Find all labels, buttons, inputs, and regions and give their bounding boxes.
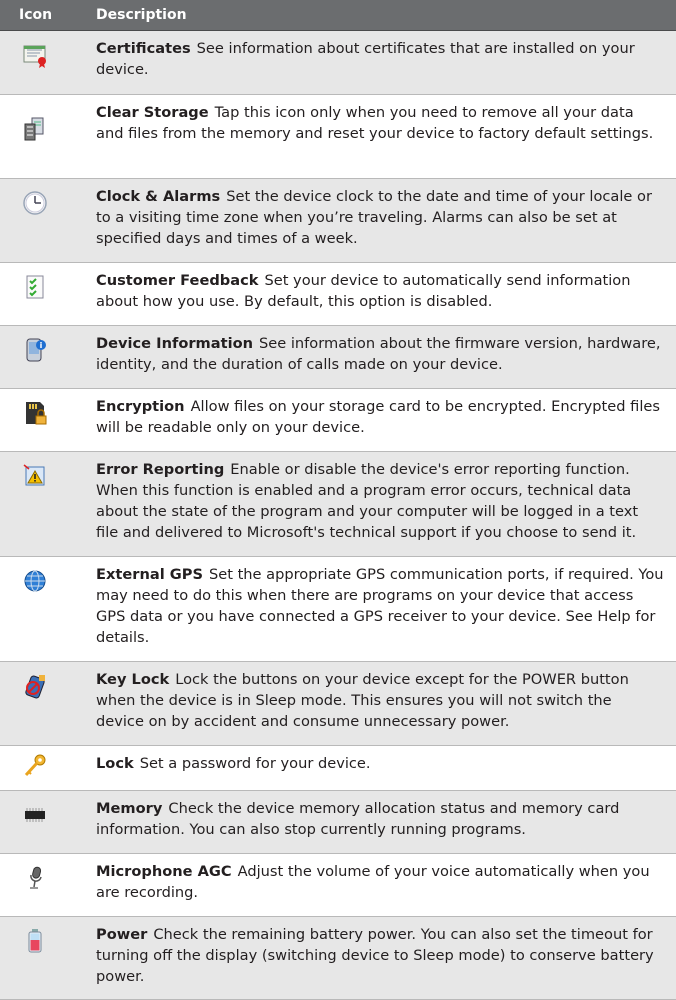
table-row: Power Check the remaining battery power. …	[0, 917, 676, 1000]
row-description: Clock & Alarms Set the device clock to th…	[96, 186, 676, 249]
row-description: Power Check the remaining battery power. …	[96, 924, 676, 987]
row-description: Clear Storage Tap this icon only when you…	[96, 102, 676, 144]
row-text: Set a password for your device.	[139, 755, 371, 772]
key-lock-icon	[22, 673, 48, 699]
clock-icon	[22, 190, 48, 216]
description-column-header: Description	[96, 7, 187, 23]
error-reporting-icon	[22, 463, 48, 489]
row-title: Microphone AGC	[96, 863, 232, 880]
clear-storage-icon	[22, 116, 48, 142]
row-text: Check the device memory allocation statu…	[96, 800, 620, 838]
row-title: Memory	[96, 800, 163, 817]
row-description: Certificates See information about certif…	[96, 38, 676, 80]
row-title: Error Reporting	[96, 461, 225, 478]
row-title: Encryption	[96, 398, 185, 415]
device-information-icon: i	[22, 337, 48, 363]
svg-text:i: i	[40, 341, 43, 350]
power-icon	[22, 928, 48, 954]
row-description: Microphone AGC Adjust the volume of your …	[96, 861, 676, 903]
microphone-icon	[22, 865, 48, 891]
table-row: Lock Set a password for your device.	[0, 746, 676, 791]
lock-icon	[22, 753, 48, 779]
row-description: Memory Check the device memory allocation…	[96, 798, 676, 840]
row-description: Device Information See information about …	[96, 333, 676, 375]
row-description: Customer Feedback Set your device to auto…	[96, 270, 676, 312]
table-row: i Device Information See information abou…	[0, 326, 676, 389]
row-description: Key Lock Lock the buttons on your device …	[96, 669, 676, 732]
table-row: Microphone AGC Adjust the volume of your …	[0, 854, 676, 917]
row-description: External GPS Set the appropriate GPS comm…	[96, 564, 676, 648]
table-row: Key Lock Lock the buttons on your device …	[0, 662, 676, 746]
icon-column-header: Icon	[19, 7, 53, 23]
row-title: Certificates	[96, 40, 191, 57]
row-title: Clock & Alarms	[96, 188, 221, 205]
table-row: Customer Feedback Set your device to auto…	[0, 263, 676, 326]
table-row: Error Reporting Enable or disable the dev…	[0, 452, 676, 557]
encryption-icon	[22, 400, 48, 426]
memory-icon	[22, 802, 48, 828]
row-description: Lock Set a password for your device.	[96, 753, 676, 774]
row-title: Device Information	[96, 335, 253, 352]
row-title: Lock	[96, 755, 134, 772]
row-text: Lock the buttons on your device except f…	[96, 671, 629, 730]
external-gps-icon	[22, 568, 48, 594]
certificates-icon	[22, 42, 48, 68]
row-description: Error Reporting Enable or disable the dev…	[96, 459, 676, 543]
row-title: External GPS	[96, 566, 203, 583]
table-row: Clear Storage Tap this icon only when you…	[0, 95, 676, 179]
row-title: Customer Feedback	[96, 272, 259, 289]
customer-feedback-icon	[22, 274, 48, 300]
table-header: Icon Description	[0, 0, 676, 31]
table-row: Clock & Alarms Set the device clock to th…	[0, 179, 676, 263]
settings-table: Icon Description Certificates See informa…	[0, 0, 676, 1000]
table-row: Memory Check the device memory allocation…	[0, 791, 676, 854]
table-row: External GPS Set the appropriate GPS comm…	[0, 557, 676, 662]
row-title: Clear Storage	[96, 104, 209, 121]
row-title: Key Lock	[96, 671, 170, 688]
row-description: Encryption Allow files on your storage ca…	[96, 396, 676, 438]
table-row: Encryption Allow files on your storage ca…	[0, 389, 676, 452]
table-row: Certificates See information about certif…	[0, 31, 676, 95]
